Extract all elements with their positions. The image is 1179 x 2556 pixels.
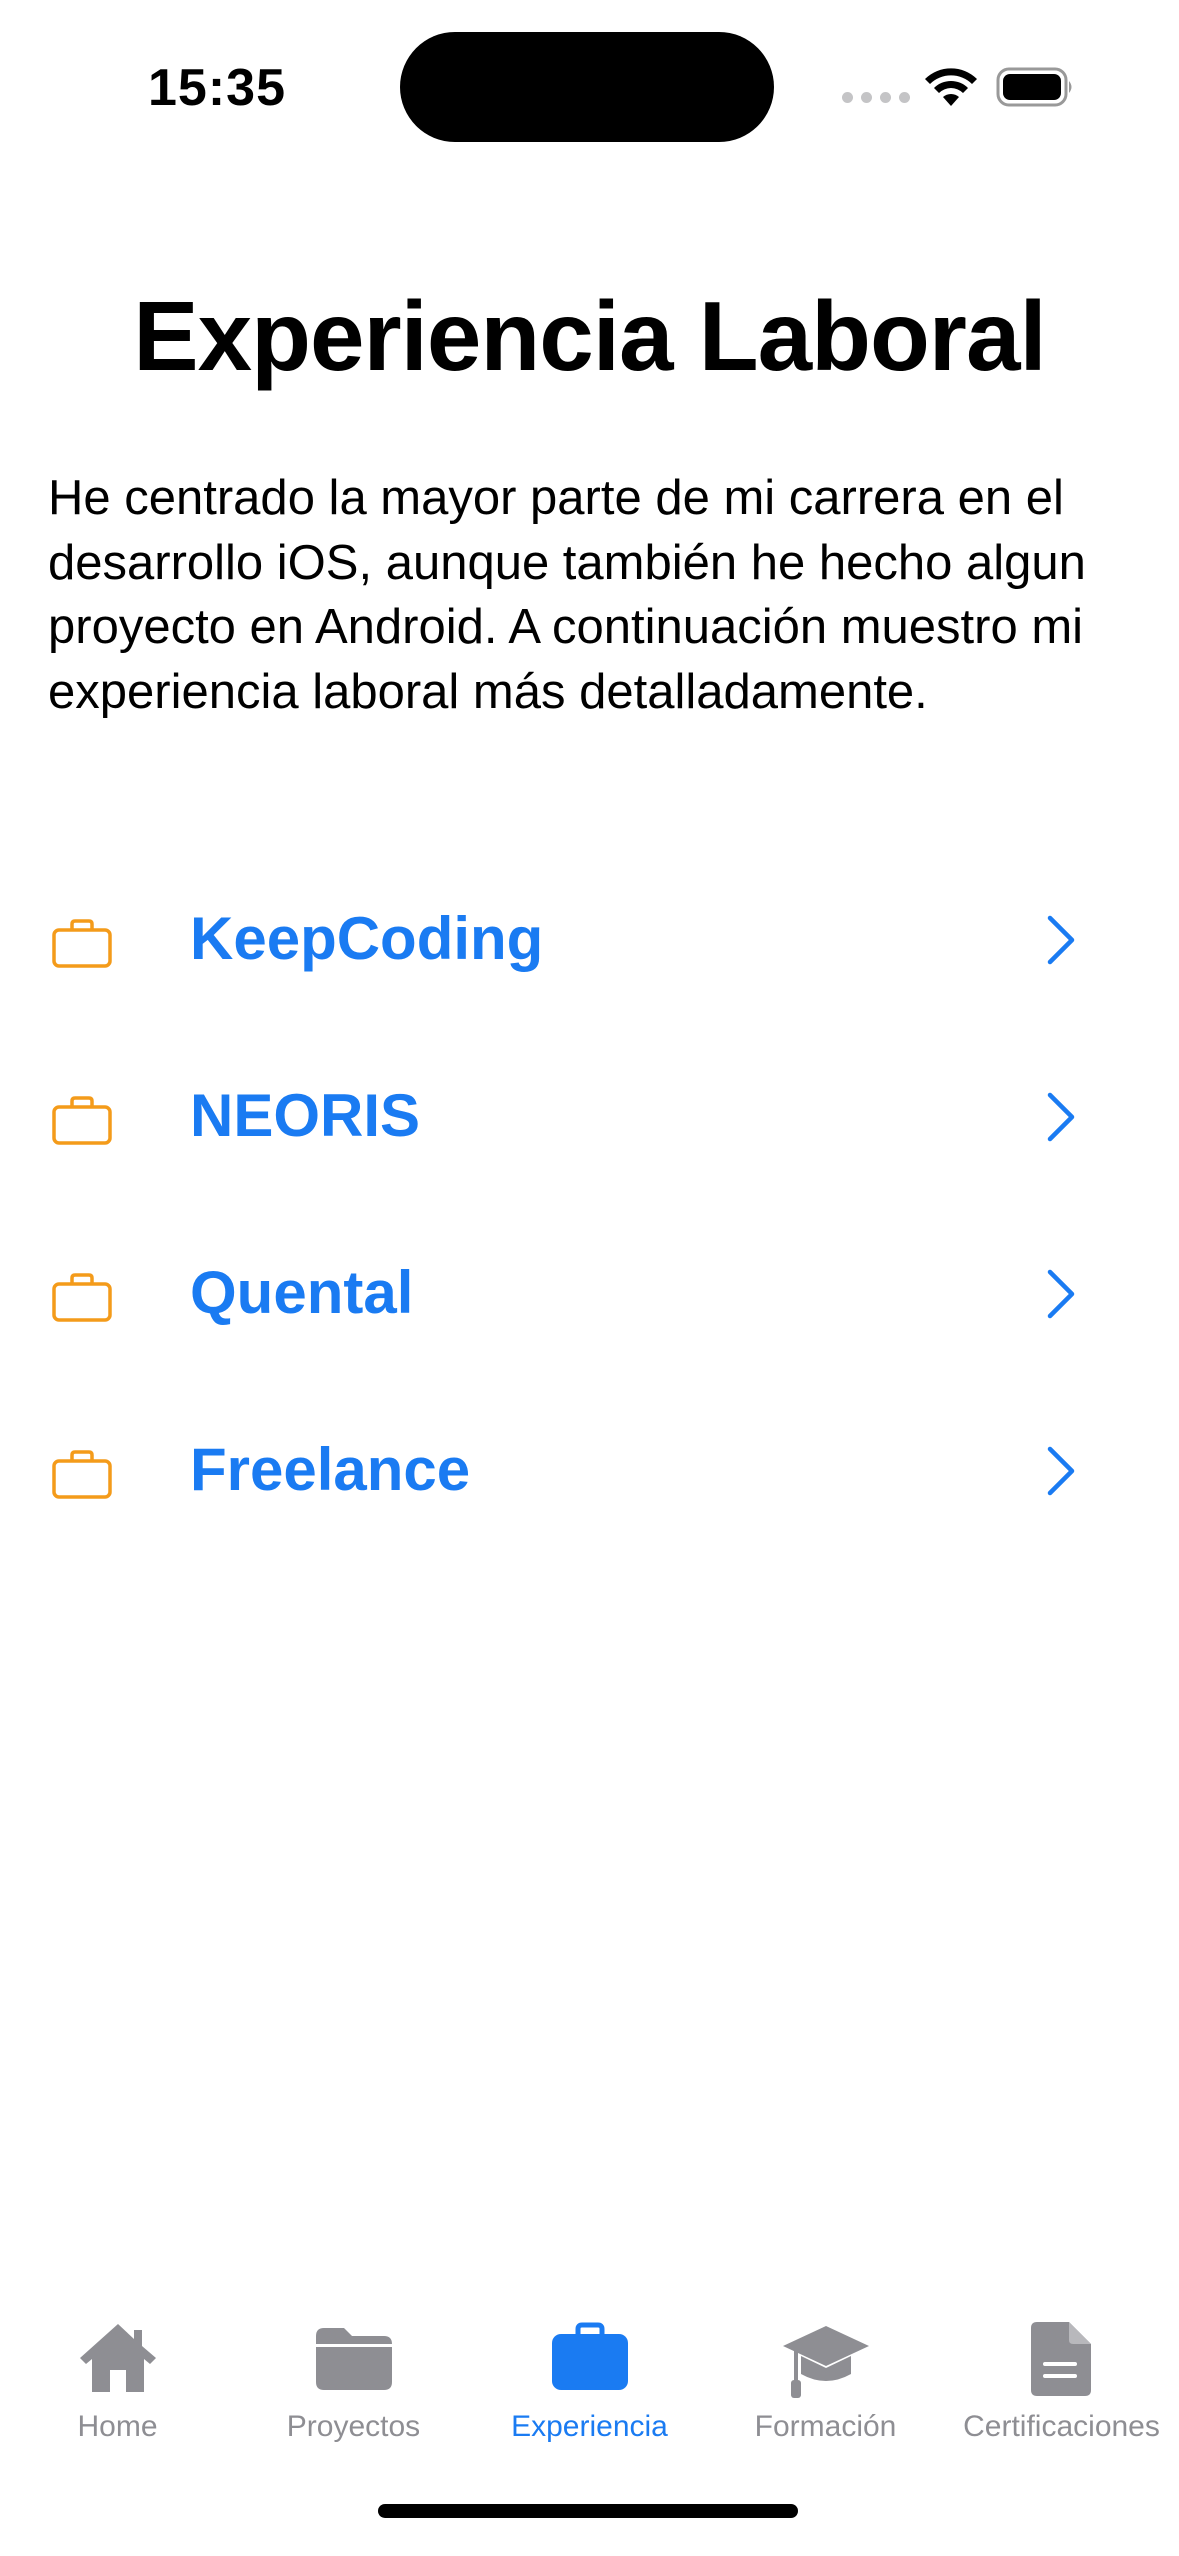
chevron-right-icon — [1047, 1092, 1075, 1142]
experience-list: KeepCoding NEORIS Quental Freelance — [0, 884, 1179, 1592]
briefcase-icon — [52, 1096, 112, 1145]
tab-label: Proyectos — [286, 2410, 421, 2443]
tab-certificaciones[interactable]: Certificaciones — [944, 2300, 1179, 2470]
cellular-signal-icon — [842, 92, 910, 103]
status-time: 15:35 — [148, 59, 286, 117]
experience-item-freelance[interactable]: Freelance — [0, 1415, 1179, 1592]
folder-icon — [315, 2328, 392, 2390]
battery-icon — [996, 67, 1072, 107]
briefcase-icon — [52, 919, 112, 968]
wifi-icon — [925, 68, 977, 106]
tab-proyectos[interactable]: Proyectos — [236, 2300, 471, 2470]
document-icon — [1030, 2322, 1091, 2396]
intro-text: He centrado la mayor parte de mi carrera… — [48, 471, 1086, 719]
briefcase-icon — [52, 1450, 112, 1499]
house-icon — [79, 2324, 156, 2392]
experience-item-label: KeepCoding — [190, 905, 544, 972]
briefcase-icon — [52, 1273, 112, 1322]
chevron-right-icon — [1047, 1446, 1075, 1496]
graduation-cap-icon — [782, 2326, 869, 2398]
home-indicator[interactable] — [378, 2504, 798, 2518]
experience-item-label: Quental — [190, 1259, 414, 1326]
tab-experiencia[interactable]: Experiencia — [472, 2300, 707, 2470]
experience-item-keepcoding[interactable]: KeepCoding — [0, 884, 1179, 1061]
chevron-right-icon — [1047, 915, 1075, 965]
tab-label: Formación — [754, 2410, 897, 2443]
page-title: Experiencia Laboral — [133, 281, 1046, 391]
briefcase-icon — [551, 2322, 628, 2390]
experience-item-quental[interactable]: Quental — [0, 1238, 1179, 1415]
tab-formacion[interactable]: Formación — [708, 2300, 943, 2470]
tab-label: Experiencia — [511, 2410, 668, 2443]
tab-label: Certificaciones — [963, 2410, 1160, 2443]
tab-bar: Home Proyectos Experiencia Formación Cer… — [0, 2300, 1179, 2470]
experience-item-neoris[interactable]: NEORIS — [0, 1061, 1179, 1238]
experience-item-label: NEORIS — [190, 1082, 421, 1149]
tab-label: Home — [77, 2410, 158, 2443]
chevron-right-icon — [1047, 1269, 1075, 1319]
tab-home[interactable]: Home — [0, 2300, 235, 2470]
dynamic-island — [400, 32, 774, 142]
experience-item-label: Freelance — [190, 1436, 471, 1503]
